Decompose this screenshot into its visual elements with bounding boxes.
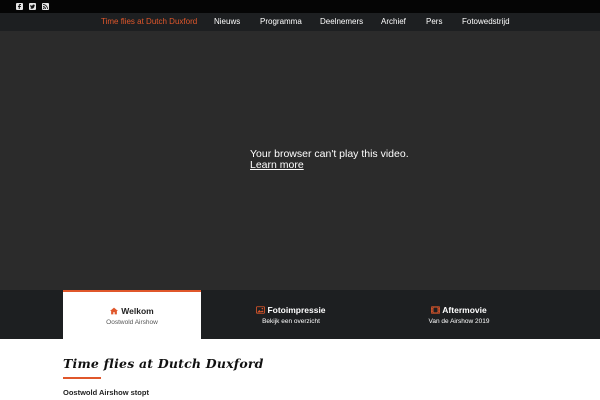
page-title: Time flies at Dutch Duxford [63,356,264,371]
tab-welkom-subtitle: Oostwold Airshow [106,319,158,326]
tab-welkom-title-row: Welkom [63,306,201,316]
rss-icon[interactable] [42,3,49,10]
article-subheading: Oostwold Airshow stopt [63,388,149,397]
tab-aftermovie-title-row: Aftermovie [390,305,528,315]
tab-fotoimpressie-subtitle: Bekijk een overzicht [262,318,320,325]
facebook-icon[interactable] [16,3,23,10]
tab-welkom[interactable]: Welkom Oostwold Airshow [63,290,201,339]
tab-fotoimpressie[interactable]: Fotoimpressie Bekijk een overzicht [222,290,360,339]
nav-item-fotowedstrijd[interactable]: Fotowedstrijd [462,13,510,31]
learn-more-link[interactable]: Learn more [250,160,304,171]
social-bar [0,0,600,13]
heading-underline [63,377,101,379]
film-icon [431,306,441,314]
tab-aftermovie-subtitle: Van de Airshow 2019 [428,318,490,325]
tab-welkom-title: Welkom [121,306,154,316]
tab-aftermovie[interactable]: Aftermovie Van de Airshow 2019 [390,290,528,339]
home-icon [110,307,119,315]
main-nav: Time flies at Dutch Duxford Nieuws Progr… [0,13,600,31]
tab-fotoimpressie-title: Fotoimpressie [267,305,326,315]
tab-fotoimpressie-title-row: Fotoimpressie [222,305,360,315]
video-player[interactable]: Your browser can't play this video. Lear… [0,31,600,290]
nav-item-pers[interactable]: Pers [426,13,442,31]
nav-item-archief[interactable]: Archief [381,13,406,31]
nav-item-home[interactable]: Time flies at Dutch Duxford [101,13,197,31]
twitter-icon[interactable] [29,3,36,10]
tab-aftermovie-title: Aftermovie [442,305,487,315]
image-icon [256,306,266,314]
nav-item-nieuws[interactable]: Nieuws [214,13,240,31]
feature-tabs: Welkom Oostwold Airshow Fotoimpressie Be… [0,290,600,339]
nav-item-programma[interactable]: Programma [260,13,302,31]
nav-item-deelnemers[interactable]: Deelnemers [320,13,363,31]
